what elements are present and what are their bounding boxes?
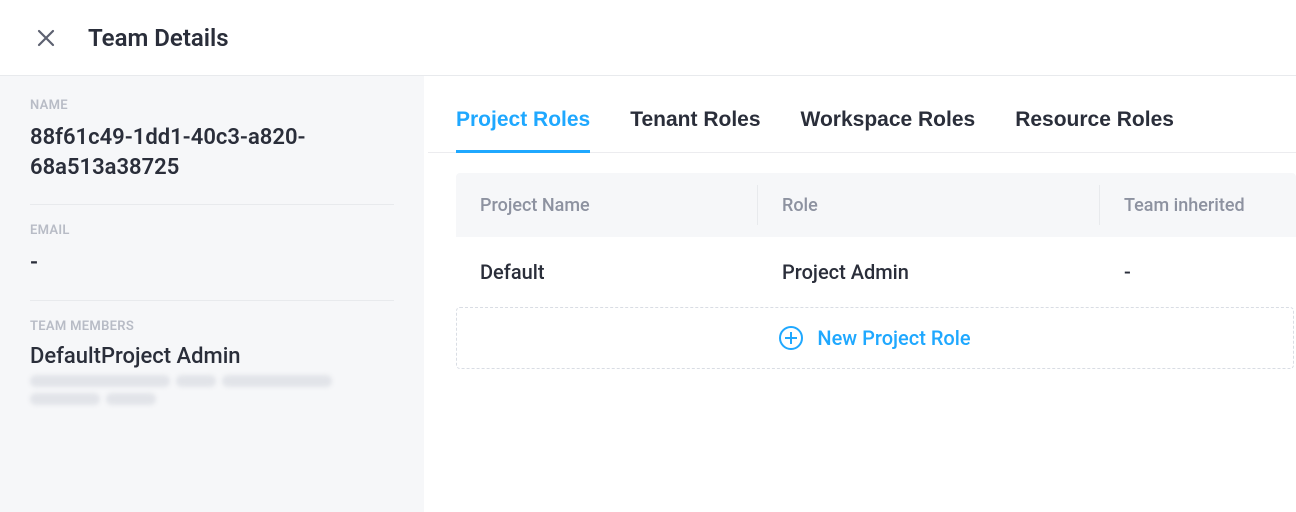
email-label: EMAIL [30, 223, 394, 238]
page-header: Team Details [0, 0, 1296, 76]
email-value: - [30, 248, 394, 278]
project-roles-table: Project Name Role Team inherited Default… [428, 153, 1296, 369]
th-role: Role [758, 185, 1100, 225]
close-button[interactable] [32, 24, 60, 52]
member-item: DefaultProject Admin [30, 344, 394, 369]
tab-resource-roles[interactable]: Resource Roles [1015, 108, 1174, 152]
close-icon [36, 28, 56, 48]
add-project-role-label: New Project Role [817, 326, 970, 350]
td-project-name: Default [456, 260, 758, 284]
tab-project-roles[interactable]: Project Roles [456, 108, 590, 152]
th-team-inherited: Team inherited [1100, 185, 1296, 225]
add-project-role-button[interactable]: New Project Role [456, 307, 1294, 369]
plus-circle-icon [779, 326, 803, 350]
roles-tabs: Project Roles Tenant Roles Workspace Rol… [428, 76, 1296, 153]
page-title: Team Details [88, 24, 229, 52]
divider [30, 204, 394, 205]
tab-workspace-roles[interactable]: Workspace Roles [801, 108, 976, 152]
th-project-name: Project Name [456, 185, 758, 225]
team-details-sidebar: NAME 88f61c49-1dd1-40c3-a820-68a513a3872… [0, 76, 424, 512]
divider [30, 300, 394, 301]
table-header-row: Project Name Role Team inherited [456, 173, 1296, 237]
td-team-inherited: - [1100, 260, 1296, 284]
members-label: TEAM MEMBERS [30, 319, 394, 334]
tab-tenant-roles[interactable]: Tenant Roles [630, 108, 760, 152]
td-role: Project Admin [758, 260, 1100, 284]
name-value: 88f61c49-1dd1-40c3-a820-68a513a38725 [30, 123, 394, 182]
table-row: Default Project Admin - [456, 237, 1296, 307]
main-panel: Project Roles Tenant Roles Workspace Rol… [424, 76, 1296, 512]
redacted-area [30, 375, 394, 405]
name-label: NAME [30, 98, 394, 113]
